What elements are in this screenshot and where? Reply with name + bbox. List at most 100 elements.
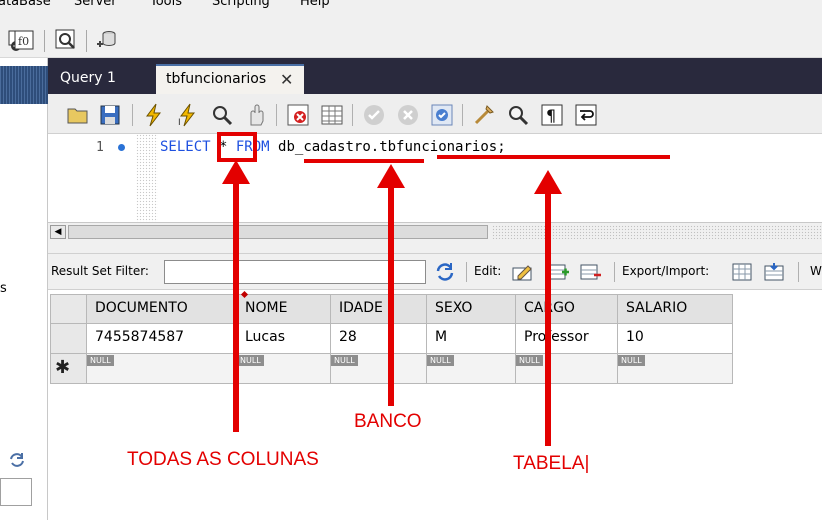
new-row-icon: ✱ xyxy=(55,357,71,378)
svg-text:¶: ¶ xyxy=(546,106,556,125)
insert-row-icon[interactable] xyxy=(548,262,570,282)
new-cell-nome[interactable]: NULL xyxy=(237,354,331,384)
schema-name: db_cadastro xyxy=(278,139,371,155)
null-badge: NULL xyxy=(87,355,114,366)
tab-tbfuncionarios-label: tbfuncionarios xyxy=(166,71,267,87)
keyword-select: SELECT xyxy=(160,139,211,155)
null-badge: NULL xyxy=(331,355,358,366)
scroll-left-icon[interactable]: ◀ xyxy=(50,225,66,239)
editor-gutter: 1 xyxy=(48,134,158,222)
column-header-sexo[interactable]: SEXO xyxy=(427,294,516,324)
tab-strip: Query 1 tbfuncionarios ✕ xyxy=(48,58,822,94)
annotation-tabela: TABELA| xyxy=(513,453,590,474)
new-cell-documento[interactable]: NULL xyxy=(87,354,237,384)
menu-help[interactable]: Help xyxy=(300,0,330,9)
new-cell-idade[interactable]: NULL xyxy=(331,354,427,384)
column-header-salario[interactable]: SALARIO xyxy=(618,294,733,324)
toggle-error-icon[interactable] xyxy=(286,103,310,127)
result-filter-input[interactable] xyxy=(164,260,426,284)
keyword-from: FROM xyxy=(235,139,270,155)
star-token: * xyxy=(210,139,236,155)
navigator-header xyxy=(0,66,48,104)
main-toolbar: f0 xyxy=(0,20,822,58)
svg-text:f0: f0 xyxy=(18,35,29,48)
tab-query-1[interactable]: Query 1 xyxy=(50,66,152,94)
menu-tools[interactable]: Tools xyxy=(150,0,182,9)
cell-idade[interactable]: 28 xyxy=(331,324,427,354)
delete-row-icon[interactable] xyxy=(580,262,602,282)
reconnect-icon[interactable] xyxy=(94,28,118,52)
stop-icon[interactable] xyxy=(244,103,268,127)
refresh-results-icon[interactable] xyxy=(434,262,456,282)
table-name: tbfuncionarios xyxy=(379,139,498,155)
scroll-thumb[interactable] xyxy=(68,225,488,239)
grid-corner[interactable] xyxy=(50,294,87,324)
editor-toolbar: I ¶ xyxy=(48,94,822,134)
column-header-cargo[interactable]: CARGO xyxy=(516,294,618,324)
row-selector[interactable] xyxy=(50,324,87,354)
explain-icon[interactable] xyxy=(210,103,234,127)
navigator-filter-input[interactable] xyxy=(0,478,32,506)
menu-server[interactable]: Server xyxy=(74,0,117,9)
edit-label: Edit: xyxy=(474,264,502,278)
new-cell-sexo[interactable]: NULL xyxy=(427,354,516,384)
refresh-icon[interactable] xyxy=(8,451,26,469)
menu-bar: ataBase Server Tools Scripting Help xyxy=(0,0,822,20)
column-header-nome-label: NOME xyxy=(245,300,288,316)
cell-documento[interactable]: 7455874587 xyxy=(87,324,237,354)
results-grid-icon[interactable] xyxy=(320,103,344,127)
result-filter-label: Result Set Filter: xyxy=(51,264,149,278)
column-header-documento[interactable]: DOCUMENTO xyxy=(87,294,237,324)
statement-marker-icon xyxy=(118,144,125,151)
word-wrap-icon[interactable] xyxy=(574,103,598,127)
semicolon-token: ; xyxy=(497,139,506,155)
execute-icon[interactable] xyxy=(142,103,166,127)
wrap-cell-label: W xyxy=(810,264,822,278)
annotation-banco: BANCO xyxy=(354,411,422,432)
column-header-idade[interactable]: IDADE xyxy=(331,294,427,324)
close-icon[interactable]: ✕ xyxy=(280,70,293,89)
menu-database[interactable]: ataBase xyxy=(0,0,51,9)
cell-cargo[interactable]: Professor xyxy=(516,324,618,354)
edit-row-icon[interactable] xyxy=(512,262,534,282)
result-toolbar: Result Set Filter: Edit: Export/Import: … xyxy=(48,254,822,290)
null-badge: NULL xyxy=(427,355,454,366)
panel-splitter[interactable] xyxy=(48,240,822,254)
commit-icon[interactable] xyxy=(362,103,386,127)
export-import-label: Export/Import: xyxy=(622,264,710,278)
cell-sexo[interactable]: M xyxy=(427,324,516,354)
new-cell-cargo[interactable]: NULL xyxy=(516,354,618,384)
new-cell-salario[interactable]: NULL xyxy=(618,354,733,384)
sql-editor[interactable]: 1 SELECT * FROM db_cadastro.tbfuncionari… xyxy=(48,134,822,222)
line-number: 1 xyxy=(96,140,104,155)
tab-tbfuncionarios[interactable]: tbfuncionarios ✕ xyxy=(156,64,304,94)
svg-text:I: I xyxy=(178,118,181,127)
new-row-selector[interactable]: ✱ xyxy=(50,354,87,384)
beautify-icon[interactable] xyxy=(472,103,496,127)
sql-statement[interactable]: SELECT * FROM db_cadastro.tbfuncionarios… xyxy=(160,139,506,155)
create-function-icon[interactable]: f0 xyxy=(12,28,36,52)
execute-current-icon[interactable]: I xyxy=(176,103,200,127)
menu-scripting[interactable]: Scripting xyxy=(212,0,270,9)
save-icon[interactable] xyxy=(98,103,122,127)
cell-nome[interactable]: Lucas xyxy=(237,324,331,354)
cell-salario[interactable]: 10 xyxy=(618,324,733,354)
null-badge: NULL xyxy=(237,355,264,366)
import-icon[interactable] xyxy=(764,262,786,282)
annotation-todas-as-colunas: TODAS AS COLUNAS xyxy=(127,449,319,470)
open-file-icon[interactable] xyxy=(66,103,90,127)
autocommit-icon[interactable] xyxy=(430,103,454,127)
search-table-icon[interactable] xyxy=(54,28,78,52)
null-badge: NULL xyxy=(516,355,543,366)
null-badge: NULL xyxy=(618,355,645,366)
column-header-nome[interactable]: NOME xyxy=(237,294,331,324)
tab-query-1-label: Query 1 xyxy=(60,70,116,86)
find-icon[interactable] xyxy=(506,103,530,127)
dot-token: . xyxy=(370,139,380,155)
navigator-panel: s xyxy=(0,58,48,520)
editor-horizontal-scrollbar[interactable]: ◀ xyxy=(48,222,822,240)
invisible-chars-icon[interactable]: ¶ xyxy=(540,103,564,127)
export-icon[interactable] xyxy=(732,262,754,282)
navigator-text: s xyxy=(0,281,7,296)
rollback-icon[interactable] xyxy=(396,103,420,127)
